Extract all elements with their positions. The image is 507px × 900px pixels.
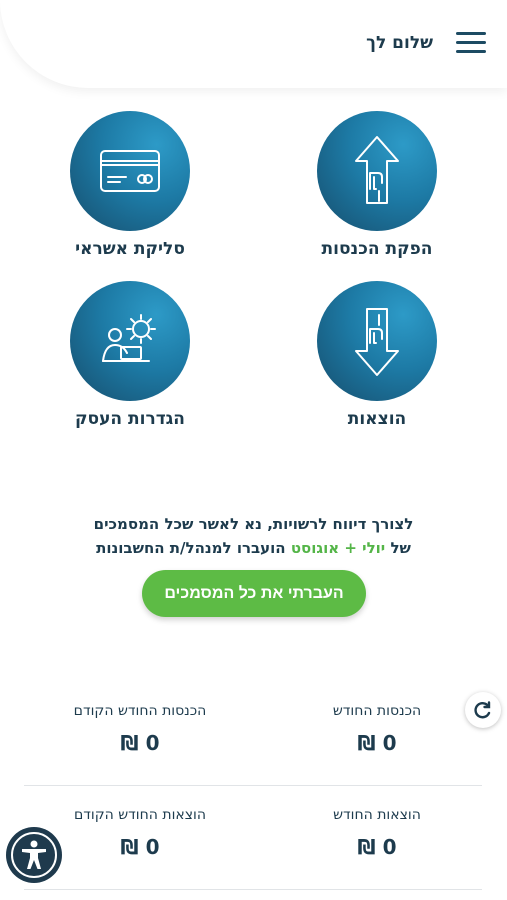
tile-credit-label: סליקת אשראי [75,239,185,259]
stat-value: 0 ₪ [357,835,397,859]
tile-credit[interactable]: סליקת אשראי [45,111,215,259]
documents-notice: לצורך דיווח לרשויות, נא לאשר שכל המסמכים… [20,512,487,560]
expense-arrow-down-shekel-icon [317,281,437,401]
income-arrow-up-shekel-icon [317,111,437,231]
stat-value: 0 ₪ [357,731,397,755]
documents-transferred-button[interactable]: העברתי את כל המסמכים [142,570,366,617]
stat-label: הוצאות החודש הקודם [73,807,207,823]
stats-divider [24,785,482,786]
stats-divider [24,889,482,890]
notice-line-1: לצורך דיווח לרשויות, נא לאשר שכל המסמכים [93,515,414,533]
notice-months: יולי + אוגוסט [290,539,386,557]
top-header: שלום לך [0,0,507,88]
credit-card-icon [70,111,190,231]
stat-value: 0 ₪ [120,835,160,859]
stat-expense-month: הוצאות החודש 0 ₪ [277,807,477,859]
tile-income-label: הפקת הכנסות [321,239,433,259]
stat-income-previous: הכנסות החודש הקודם 0 ₪ [40,703,240,755]
stat-label: הוצאות החודש [333,807,421,823]
tile-business-settings[interactable]: הגדרות העסק [45,281,215,429]
accessibility-button[interactable] [6,827,62,883]
stat-value: 0 ₪ [120,731,160,755]
greeting-text: שלום לך [366,33,433,53]
tile-income[interactable]: הפקת הכנסות [292,111,462,259]
tile-expenses-label: הוצאות [347,409,407,429]
stat-label: הכנסות החודש הקודם [73,703,207,719]
notice-prefix: של [390,539,411,557]
stat-expense-previous: הוצאות החודש הקודם 0 ₪ [40,807,240,859]
tile-expenses[interactable]: הוצאות [292,281,462,429]
accessibility-icon [11,832,57,878]
stat-label: הכנסות החודש [332,703,422,719]
notice-suffix: הועברו למנהל/ת החשבונות [96,539,286,557]
business-settings-gear-icon [70,281,190,401]
hamburger-menu-icon[interactable] [456,32,486,56]
tile-business-settings-label: הגדרות העסק [75,409,185,429]
stat-income-month: הכנסות החודש 0 ₪ [277,703,477,755]
notice-line-2: של יולי + אוגוסט הועברו למנהל/ת החשבונות [20,536,487,560]
